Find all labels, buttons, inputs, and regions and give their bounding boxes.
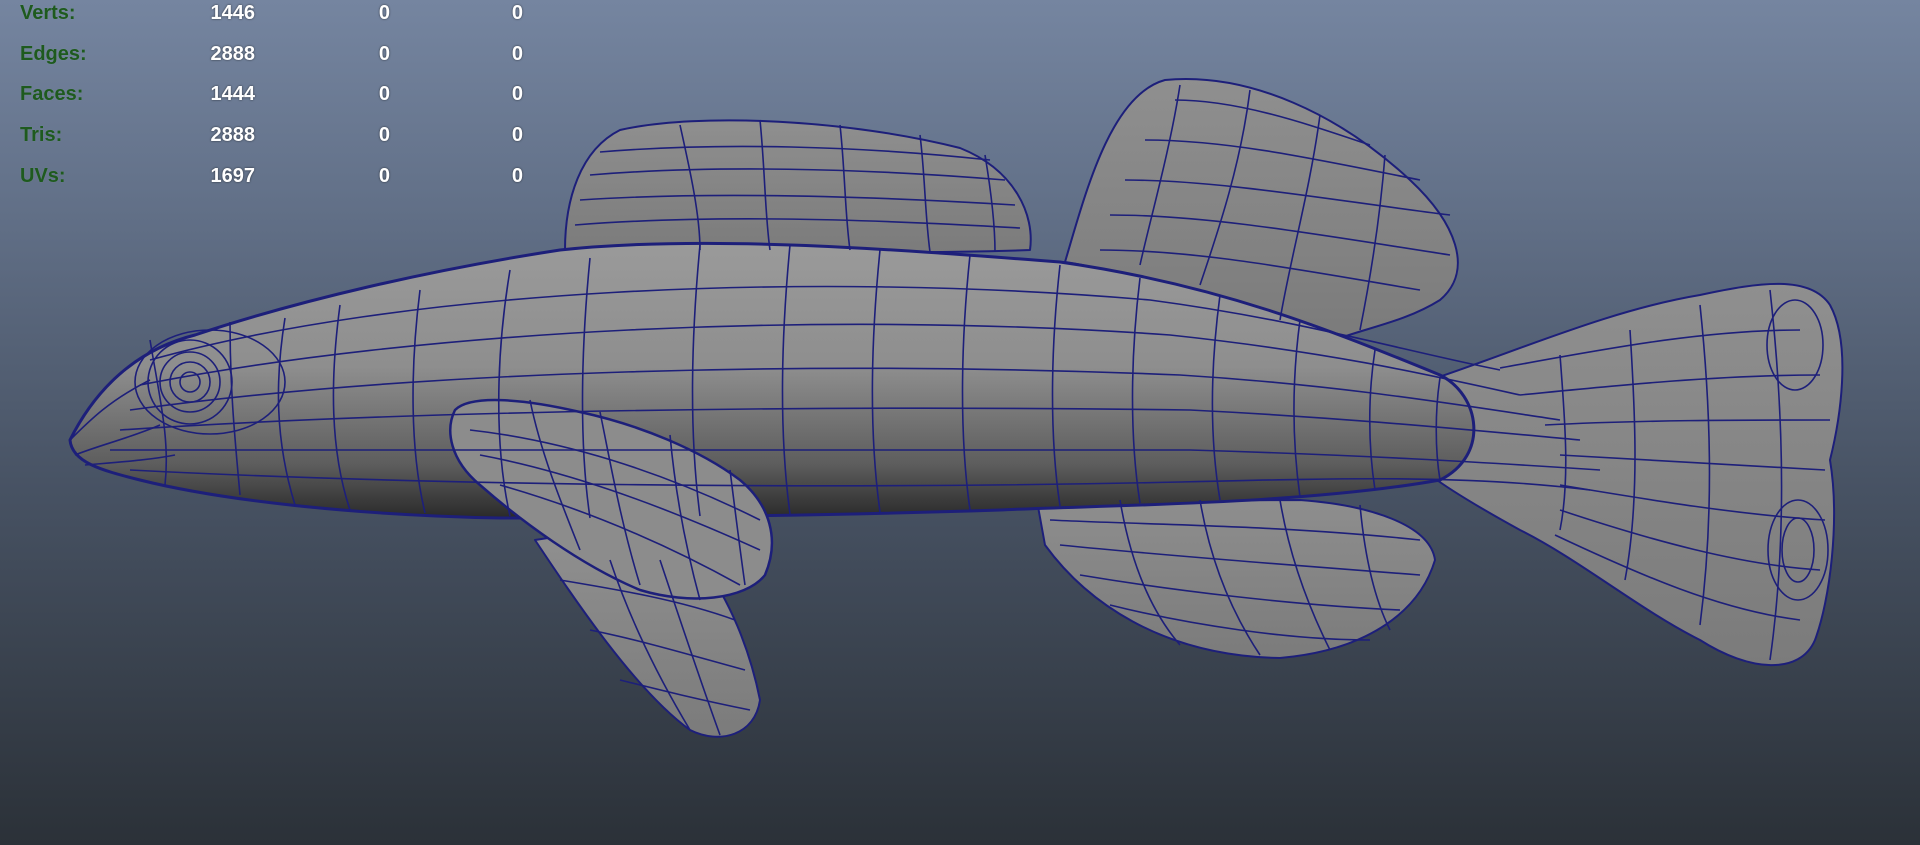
anal-fin (1034, 489, 1436, 659)
hud-value: 0 (511, 165, 523, 187)
hud-row-uvs: UVs: 1697 0 0 (0, 159, 560, 193)
hud-row-faces: Faces: 1444 0 0 (0, 77, 560, 111)
hud-value: 1444 (210, 83, 256, 105)
poly-count-hud: Verts: 1446 0 0 Edges: 2888 0 0 Faces: 1… (0, 0, 560, 200)
hud-value: 1446 (210, 2, 256, 24)
hud-value: 0 (378, 83, 390, 105)
hud-row-edges: Edges: 2888 0 0 (0, 37, 560, 71)
hud-row-tris: Tris: 2888 0 0 (0, 118, 560, 152)
hud-value: 0 (378, 124, 390, 146)
hud-label: Tris: (20, 124, 63, 146)
hud-value: 0 (511, 2, 523, 24)
hud-value: 0 (378, 43, 390, 65)
hud-value: 0 (378, 165, 390, 187)
3d-viewport[interactable]: Verts: 1446 0 0 Edges: 2888 0 0 Faces: 1… (0, 0, 1920, 845)
hud-label: Verts: (20, 2, 76, 24)
front-dorsal-fin (564, 119, 1032, 254)
hud-value: 0 (511, 43, 523, 65)
hud-label: UVs: (20, 165, 66, 187)
hud-label: Edges: (20, 43, 87, 65)
hud-label: Faces: (20, 83, 84, 105)
hud-value: 2888 (210, 43, 256, 65)
hud-value: 0 (378, 2, 390, 24)
hud-row-verts: Verts: 1446 0 0 (0, 0, 560, 30)
hud-value: 0 (511, 124, 523, 146)
hud-value: 2888 (210, 124, 256, 146)
tail-fin (1429, 282, 1844, 667)
hud-value: 1697 (210, 165, 256, 187)
hud-value: 0 (511, 83, 523, 105)
